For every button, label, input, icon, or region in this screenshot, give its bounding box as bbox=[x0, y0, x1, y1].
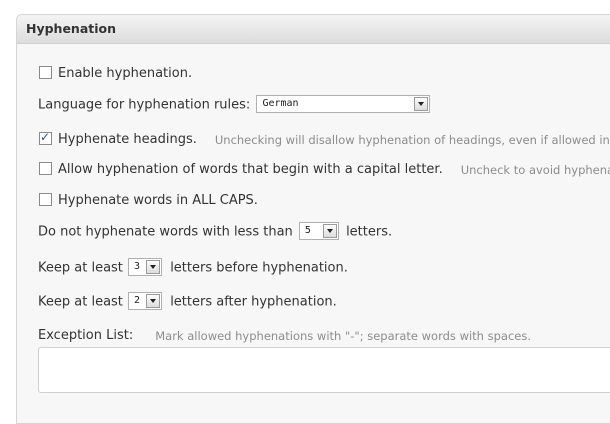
hyphenate-headings-hint: Unchecking will disallow hyphenation of … bbox=[214, 132, 610, 147]
min-length-select-value: 5 bbox=[304, 225, 311, 236]
min-length-row: Do not hyphenate words with less than 5 … bbox=[38, 222, 393, 241]
capital-letter-label: Allow hyphenation of words that begin wi… bbox=[58, 162, 443, 177]
chevron-down-icon[interactable] bbox=[146, 260, 161, 274]
capital-letter-row: Allow hyphenation of words that begin wi… bbox=[39, 162, 610, 177]
all-caps-checkbox[interactable] bbox=[39, 193, 52, 206]
min-before-select-value: 3 bbox=[134, 261, 141, 272]
chevron-down-icon[interactable] bbox=[146, 294, 161, 308]
all-caps-label: Hyphenate words in ALL CAPS. bbox=[58, 193, 258, 208]
exception-list-textarea[interactable] bbox=[38, 347, 610, 393]
enable-hyphenation-label: Enable hyphenation. bbox=[58, 66, 193, 81]
language-select[interactable]: German bbox=[256, 95, 431, 113]
min-length-prefix: Do not hyphenate words with less than bbox=[38, 224, 293, 240]
min-length-select[interactable]: 5 bbox=[298, 222, 339, 240]
capital-letter-checkbox[interactable] bbox=[39, 162, 52, 175]
min-before-prefix: Keep at least bbox=[38, 260, 123, 276]
min-before-suffix: letters before hyphenation. bbox=[170, 260, 348, 276]
hyphenate-headings-label: Hyphenate headings. bbox=[58, 132, 197, 147]
min-after-row: Keep at least 2 letters after hyphenatio… bbox=[38, 292, 337, 311]
min-before-row: Keep at least 3 letters before hyphenati… bbox=[38, 258, 348, 277]
chevron-down-icon[interactable] bbox=[414, 97, 429, 111]
all-caps-row: Hyphenate words in ALL CAPS. bbox=[39, 193, 258, 208]
capital-letter-hint: Uncheck to avoid hyphenati bbox=[460, 162, 610, 177]
panel-title: Hyphenation bbox=[26, 21, 117, 36]
min-after-select-value: 2 bbox=[134, 295, 141, 306]
min-after-prefix: Keep at least bbox=[38, 294, 123, 310]
enable-hyphenation-row: Enable hyphenation. bbox=[39, 66, 192, 81]
chevron-down-icon[interactable] bbox=[322, 224, 337, 238]
min-after-select[interactable]: 2 bbox=[128, 292, 163, 310]
exception-list-label: Exception List: bbox=[38, 328, 134, 343]
hyphenate-headings-row: Hyphenate headings. Unchecking will disal… bbox=[39, 130, 610, 147]
hyphenate-headings-checkbox[interactable] bbox=[39, 130, 52, 145]
panel-header: Hyphenation bbox=[17, 15, 610, 44]
enable-hyphenation-checkbox[interactable] bbox=[39, 66, 52, 79]
min-after-suffix: letters after hyphenation. bbox=[170, 294, 337, 310]
language-label: Language for hyphenation rules: bbox=[38, 97, 251, 113]
exception-list-row: Exception List: Mark allowed hyphenations… bbox=[38, 328, 531, 343]
min-before-select[interactable]: 3 bbox=[128, 258, 163, 276]
min-length-suffix: letters. bbox=[346, 224, 393, 240]
language-row: Language for hyphenation rules: German bbox=[38, 95, 431, 114]
exception-list-hint: Mark allowed hyphenations with "-"; sepa… bbox=[155, 328, 532, 343]
language-select-value: German bbox=[262, 98, 299, 109]
